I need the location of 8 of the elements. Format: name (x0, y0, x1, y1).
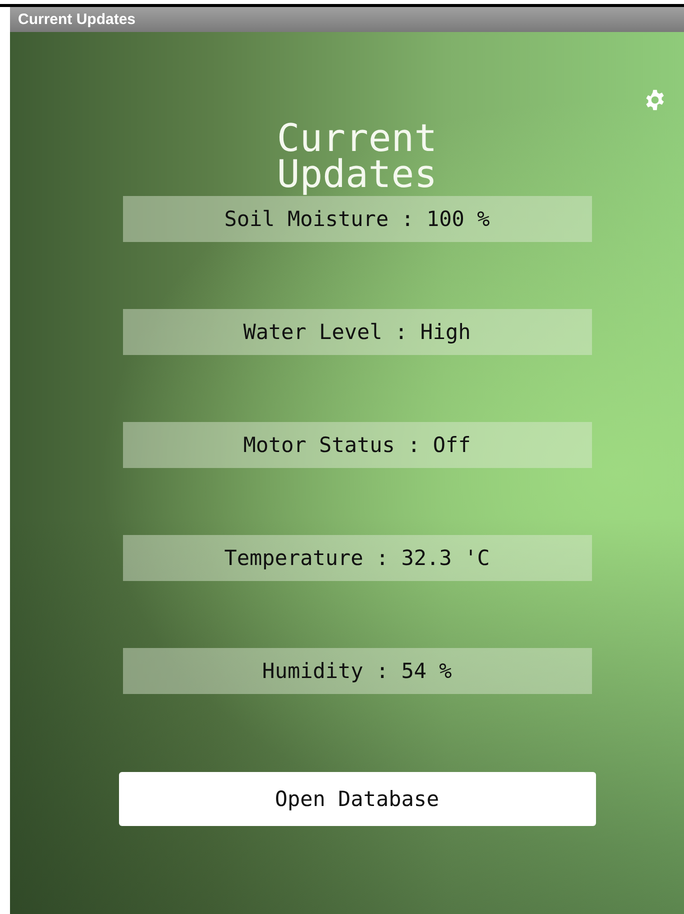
settings-icon[interactable] (644, 89, 666, 111)
reading-label: Soil Moisture : 100 % (122, 196, 592, 242)
reading-label: Motor Status : Off (122, 422, 592, 468)
open-database-button[interactable]: Open Database (118, 772, 596, 826)
window-title: Current Updates (18, 11, 136, 28)
reading-label: Temperature : 32.3 'C (122, 535, 592, 581)
reading-label: Water Level : High (122, 309, 592, 355)
reading-label: Humidity : 54 % (122, 648, 592, 694)
